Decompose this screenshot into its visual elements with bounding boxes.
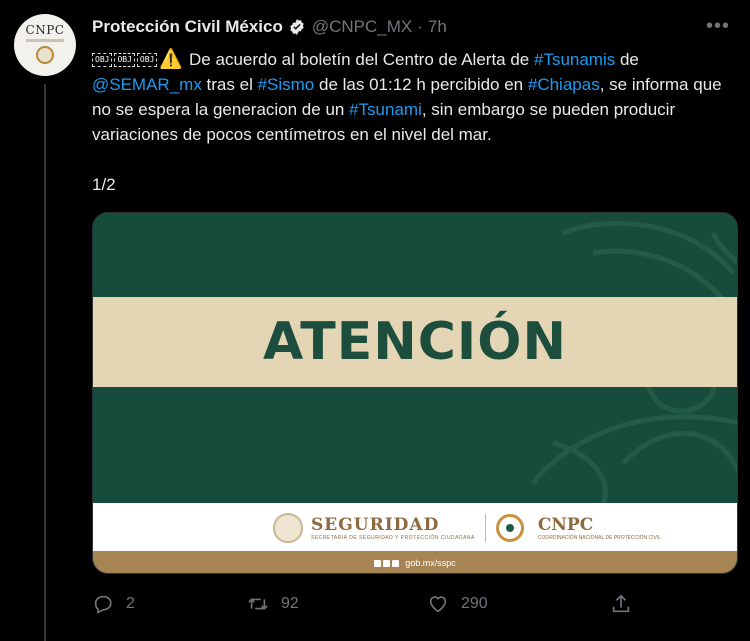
- reply-button[interactable]: 2: [92, 590, 135, 618]
- hashtag-tsunamis-link[interactable]: #Tsunamis: [534, 50, 615, 69]
- youtube-icon: [392, 559, 400, 567]
- avatar-seal-icon: [36, 45, 54, 64]
- headline-band: ATENCIÓN: [93, 297, 737, 387]
- obj-placeholder-2: OBJ: [114, 53, 135, 67]
- mention-semar-link[interactable]: @SEMAR_mx: [92, 75, 202, 94]
- verified-badge-icon: [290, 19, 304, 35]
- facebook-icon: [374, 559, 382, 567]
- footer-url: gob.mx/sspc: [405, 558, 456, 568]
- avatar-subtitle-line: [26, 38, 64, 42]
- more-options-icon[interactable]: •••: [706, 15, 730, 38]
- cnpc-seal-icon: [495, 514, 524, 542]
- seguridad-logo: SEGURIDAD SECRETARÍA DE SEGURIDAD Y PROT…: [311, 515, 475, 541]
- thread-count: 1/2: [92, 175, 116, 194]
- reply-icon: [94, 595, 112, 614]
- text-segment: De acuerdo al boletín del Centro de Aler…: [189, 50, 534, 69]
- warning-icon: ⚠️: [159, 49, 184, 70]
- text-segment: de: [615, 50, 639, 69]
- like-count: 290: [461, 595, 488, 612]
- logos-row: SEGURIDAD SECRETARÍA DE SEGURIDAD Y PROT…: [273, 511, 661, 545]
- twitter-icon: [383, 559, 391, 567]
- cnpc-name: CNPC: [537, 515, 594, 535]
- timestamp[interactable]: 7h: [428, 17, 447, 37]
- cnpc-subtitle: COORDINACIÓN NACIONAL DE PROTECCIÓN CIVI…: [537, 535, 662, 541]
- avatar[interactable]: CNPC: [14, 14, 76, 76]
- seguridad-subtitle: SECRETARÍA DE SEGURIDAD Y PROTECCIÓN CIU…: [311, 535, 475, 541]
- cnpc-logo: CNPC COORDINACIÓN NACIONAL DE PROTECCIÓN…: [532, 515, 661, 541]
- seguridad-name: SEGURIDAD: [311, 515, 440, 535]
- separator-dot: ·: [417, 17, 423, 36]
- retweet-icon: [248, 598, 268, 610]
- tweet-text: OBJ OBJ OBJ ⚠️ De acuerdo al boletín del Cen…: [92, 47, 732, 147]
- headline-text: ATENCIÓN: [263, 312, 567, 372]
- media-footer: gob.mx/sspc: [93, 551, 737, 573]
- text-segment: de las 01:12 h percibido en: [314, 75, 528, 94]
- thread-line: [44, 84, 46, 641]
- reply-count: 2: [126, 595, 135, 612]
- like-button[interactable]: 290: [427, 590, 488, 618]
- heart-icon: [429, 596, 447, 613]
- tweet-actions: 2 92 290: [92, 590, 652, 618]
- tweet-header: Protección Civil México @CNPC_MX · 7h ••…: [92, 15, 730, 39]
- hashtag-tsunami-link[interactable]: #Tsunami: [349, 100, 422, 119]
- retweet-button[interactable]: 92: [247, 590, 299, 618]
- retweet-count: 92: [281, 595, 299, 612]
- mexico-seal-icon: [273, 513, 303, 543]
- avatar-label: CNPC: [25, 22, 65, 37]
- social-icons: [374, 559, 400, 567]
- obj-placeholder-3: OBJ: [136, 53, 158, 67]
- logo-divider: [484, 514, 486, 542]
- display-name[interactable]: Protección Civil México: [92, 17, 283, 37]
- hashtag-chiapas-link[interactable]: #Chiapas: [528, 75, 600, 94]
- share-icon: [612, 594, 630, 613]
- hashtag-sismo-link[interactable]: #Sismo: [258, 75, 315, 94]
- share-button[interactable]: [610, 590, 632, 618]
- text-segment: tras el: [201, 75, 258, 94]
- obj-placeholder-1: OBJ: [92, 53, 113, 67]
- handle[interactable]: @CNPC_MX: [312, 17, 412, 37]
- media-image[interactable]: ATENCIÓN SEGURIDAD SECRETARÍA DE SEGURID…: [92, 212, 738, 574]
